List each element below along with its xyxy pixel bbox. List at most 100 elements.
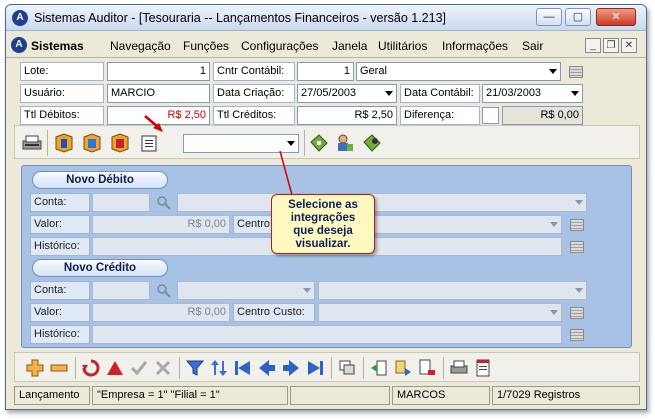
toolbar-separator [47,130,48,156]
status-filter: "Empresa = 1" "Filial = 1" [92,386,288,405]
search-icon[interactable] [156,195,172,214]
main-window: A Sistemas Auditor - [Tesouraria -- Lanç… [5,4,647,410]
status-bar: Lançamento "Empresa = 1" "Filial = 1" MA… [14,386,640,406]
grid-icon[interactable] [570,219,584,231]
last-record-icon[interactable] [305,358,325,378]
next-record-icon[interactable] [281,358,301,378]
ttl-creditos-field: R$ 2,50 [297,106,397,125]
grid-icon[interactable] [569,66,583,78]
integration-icon[interactable] [138,132,160,154]
navigation-toolbar [14,352,640,382]
credito-conta-select[interactable] [177,281,315,300]
user-tag-icon[interactable] [334,132,356,154]
debito-conta-label: Conta: [30,193,90,212]
credito-centro-custo-select[interactable] [318,303,562,322]
remove-icon[interactable] [49,358,69,378]
menu-janela[interactable]: Janela [332,39,367,53]
menu-utilitarios[interactable]: Utilitários [378,39,427,53]
integration-icon[interactable] [53,132,75,154]
integration-icon[interactable] [81,132,103,154]
arrow-pointer-icon [144,115,163,132]
menu-informacoes[interactable]: Informações [442,39,508,53]
credito-historico-field[interactable] [92,325,562,344]
chevron-down-icon [550,222,558,227]
data-contabil-select[interactable]: 21/03/2003 [482,84,583,103]
debito-historico-label: Histórico: [30,237,90,256]
credito-valor-field[interactable]: R$ 0,00 [92,303,230,322]
toolbar-separator [443,357,444,379]
sort-icon[interactable] [209,358,229,378]
toolbar-separator [75,357,76,379]
menu-sair[interactable]: Sair [522,39,543,53]
chevron-down-icon [287,141,295,146]
lancamento-panel: Novo Débito Conta: Valor: R$ 0,00 Centro… [21,165,632,348]
integrations-tooltip: Selecione as integrações que deseja visu… [271,194,375,254]
menu-sistemas[interactable]: Sistemas [31,39,84,53]
undo-icon[interactable] [81,358,101,378]
data-criacao-value: 27/05/2003 [301,87,357,99]
lote-label: Lote: [20,62,104,81]
usuario-field[interactable]: MARCIO [107,84,210,103]
chevron-down-icon [571,91,579,96]
report-icon[interactable] [473,358,493,378]
cntr-contabil-select[interactable]: Geral [356,62,561,81]
minimize-button[interactable]: — [536,8,562,26]
transfer-icon[interactable] [393,358,413,378]
chevron-down-icon [575,288,583,293]
novo-credito-title: Novo Crédito [32,259,168,277]
window-title: Sistemas Auditor - [Tesouraria -- Lançam… [34,11,446,25]
mdi-minimize-button[interactable]: _ [585,38,601,53]
status-records: 1/7029 Registros [492,386,640,405]
credito-conta-field[interactable] [92,281,150,300]
search-icon[interactable] [156,283,172,302]
up-arrow-icon[interactable] [105,358,125,378]
toolbar [14,115,640,159]
document-delete-icon[interactable] [417,358,437,378]
menu-configuracoes[interactable]: Configurações [241,39,318,53]
close-button[interactable]: ✕ [596,8,636,26]
data-criacao-select[interactable]: 27/05/2003 [297,84,397,103]
lote-field[interactable]: 1 [107,62,210,81]
debito-conta-field[interactable] [92,193,150,212]
add-icon[interactable] [25,358,45,378]
previous-record-icon[interactable] [257,358,277,378]
cancel-icon [153,358,173,378]
grid-icon[interactable] [570,241,584,253]
ttl-debitos-label: Ttl Débitos: [20,106,104,125]
tag-icon[interactable] [308,132,330,154]
auditor-logo-icon: A [12,10,28,26]
printer-icon[interactable] [449,358,469,378]
toolbar-separator [179,357,180,379]
mdi-close-button[interactable]: ✕ [621,38,637,53]
confirm-icon [129,358,149,378]
debito-valor-field[interactable]: R$ 0,00 [92,215,230,234]
menu-funcoes[interactable]: Funções [183,39,229,53]
mdi-restore-button[interactable]: ❐ [603,38,619,53]
import-icon[interactable] [369,358,389,378]
grid-icon[interactable] [570,307,584,319]
data-contabil-value: 21/03/2003 [486,87,542,99]
chevron-down-icon [549,69,557,74]
diamond-tag-icon[interactable] [361,132,383,154]
integration-icon[interactable] [109,132,131,154]
credito-valor-label: Valor: [30,303,90,322]
grid-icon[interactable] [570,329,584,341]
toolbar-separator [331,357,332,379]
filter-icon[interactable] [185,358,205,378]
maximize-button[interactable]: ▢ [565,8,591,26]
windows-icon[interactable] [337,358,357,378]
usuario-label: Usuário: [20,84,104,103]
diferenca-label: Diferença: [400,106,480,125]
auditor-logo-icon: A [11,37,27,53]
chevron-down-icon [550,310,558,315]
cntr-contabil-number-field[interactable]: 1 [297,62,354,81]
diferenca-checkbox[interactable] [482,107,499,124]
status-user: MARCOS [392,386,490,405]
credito-conta-desc-select[interactable] [318,281,587,300]
cntr-contabil-name: Geral [360,65,387,77]
debito-valor-label: Valor: [30,215,90,234]
menu-navegacao[interactable]: Navegação [110,39,171,53]
printer-icon[interactable] [21,132,43,154]
first-record-icon[interactable] [233,358,253,378]
data-contabil-label: Data Contábil: [400,84,480,103]
